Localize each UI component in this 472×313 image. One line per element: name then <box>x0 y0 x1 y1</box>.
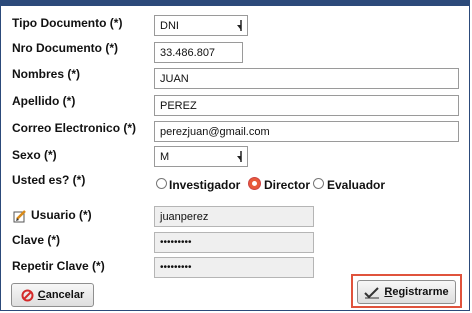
registrarme-label: Registrarme <box>384 286 449 298</box>
clave-label: Clave (*) <box>12 233 61 247</box>
role-label-director: Director <box>264 178 311 192</box>
cancel-icon <box>21 289 34 301</box>
correo-input[interactable]: perezjuan@gmail.com <box>154 121 459 142</box>
nombres-label: Nombres (*) <box>12 67 81 81</box>
apellido-input[interactable]: PEREZ <box>154 95 459 116</box>
cancelar-label: Cancelar <box>37 289 85 301</box>
apellido-label: Apellido (*) <box>12 94 76 108</box>
dropdown-arrow-icon <box>237 151 242 162</box>
sexo-label: Sexo (*) <box>12 148 57 162</box>
user-edit-icon <box>13 210 26 223</box>
role-label-investigador: Investigador <box>169 178 241 192</box>
radio-investigador[interactable] <box>156 178 167 189</box>
cancelar-button[interactable]: Cancelar <box>11 283 94 307</box>
repetir-clave-input[interactable]: ••••••••• <box>154 257 314 278</box>
tipo-documento-value: DNI <box>160 20 179 32</box>
checkmark-icon <box>364 286 380 298</box>
radio-director[interactable] <box>249 178 260 189</box>
radio-evaluador[interactable] <box>313 178 324 189</box>
sexo-value: M <box>160 151 170 163</box>
nombres-input[interactable]: JUAN <box>154 68 459 89</box>
registrarme-button[interactable]: Registrarme <box>357 280 456 304</box>
clave-input[interactable]: ••••••••• <box>154 232 314 253</box>
usuario-label: Usuario (*) <box>31 208 92 222</box>
dropdown-arrow-icon <box>237 20 242 31</box>
tipo-documento-label: Tipo Documento (*) <box>12 16 123 30</box>
nro-documento-label: Nro Documento (*) <box>12 41 118 55</box>
sexo-select[interactable]: M <box>154 146 248 167</box>
usted-es-label: Usted es? (*) <box>12 173 86 187</box>
tipo-documento-select[interactable]: DNI <box>154 15 248 36</box>
repetir-clave-label: Repetir Clave (*) <box>12 259 105 273</box>
role-label-evaluador: Evaluador <box>327 178 386 192</box>
usuario-input[interactable]: juanperez <box>154 206 314 227</box>
nro-documento-input[interactable]: 33.486.807 <box>154 42 243 63</box>
correo-label: Correo Electronico (*) <box>12 121 137 135</box>
